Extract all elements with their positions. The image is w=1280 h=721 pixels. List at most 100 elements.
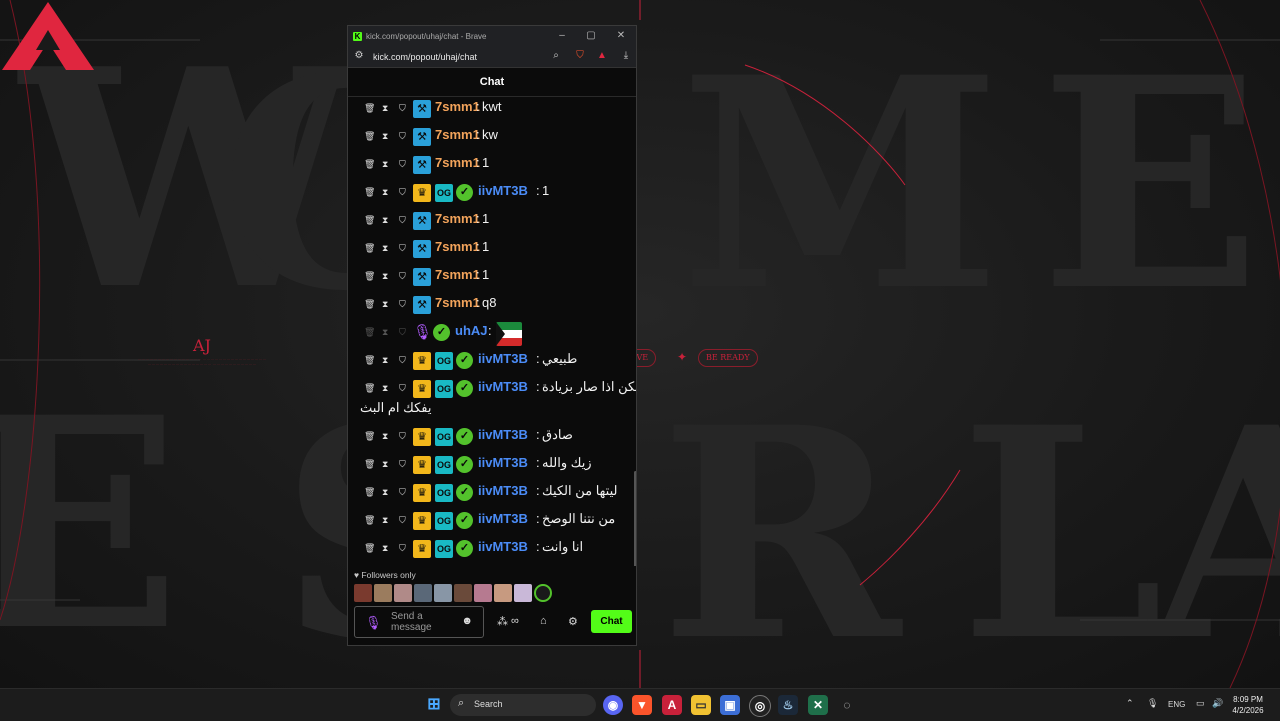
tray-mic-icon[interactable]: 🎙 <box>1147 698 1158 709</box>
delete-icon[interactable]: 🗑 <box>364 215 375 226</box>
avatar[interactable] <box>474 584 492 602</box>
delete-icon[interactable]: 🗑 <box>364 131 375 142</box>
taskbar-clock[interactable]: 8:09 PM 4/2/2026 <box>1228 694 1268 716</box>
avatar[interactable] <box>394 584 412 602</box>
steam-icon[interactable]: ♨ <box>778 695 798 715</box>
chat-username[interactable]: 7smm1 <box>435 295 480 310</box>
message-input[interactable]: 🎙 Send a message ☻ <box>354 606 484 638</box>
chat-message[interactable]: 🗑 ⧗ ⛉ ⚒ 7smm1:1 <box>348 264 636 292</box>
ban-icon[interactable]: ⛉ <box>399 243 406 254</box>
delete-icon[interactable]: 🗑 <box>364 103 375 114</box>
timeout-icon[interactable]: ⧗ <box>382 159 388 170</box>
app-circle-icon[interactable]: ◌ <box>837 695 857 715</box>
delete-icon[interactable]: 🗑 <box>364 327 375 338</box>
avatar[interactable] <box>514 584 532 602</box>
chat-message[interactable]: 🗑 ⧗ ⛉ ♛ OG ✓ iivMT3B: زيك والله <box>348 452 636 480</box>
chat-message[interactable]: 🗑 ⧗ ⛉ ♛ OG ✓ iivMT3B: صادق <box>348 424 636 452</box>
tray-chevron-icon[interactable]: ⌃ <box>1126 698 1134 709</box>
chat-username[interactable]: iivMT3B <box>478 539 528 554</box>
site-info-icon[interactable]: ⚙ <box>352 49 366 63</box>
delete-icon[interactable]: 🗑 <box>364 487 375 498</box>
ban-icon[interactable]: ⛉ <box>399 159 406 170</box>
chat-message[interactable]: 🗑 ⧗ ⛉ 🎙 ✓ uhAJ: <box>348 320 636 348</box>
chat-username[interactable]: 7smm1 <box>435 267 480 282</box>
brave-shields-icon[interactable]: ⛉ <box>573 49 587 63</box>
timeout-icon[interactable]: ⧗ <box>382 243 388 254</box>
kick-points-icon[interactable]: ⁂ <box>497 615 508 628</box>
start-windows-icon[interactable]: ⊞ <box>424 695 444 715</box>
chat-username[interactable]: iivMT3B <box>478 379 528 394</box>
chat-message[interactable]: 🗑 ⧗ ⛉ ♛ OG ✓ iivMT3B: لكن اذا صار بزيادة يفكك ام… <box>348 376 636 424</box>
minimize-button[interactable]: – <box>548 26 576 46</box>
close-button[interactable]: ✕ <box>607 26 635 46</box>
kick-points-value[interactable]: ∞ <box>511 615 519 627</box>
settings-gear-icon[interactable]: ⚙ <box>568 615 578 628</box>
chat-message[interactable]: 🗑 ⧗ ⛉ ⚒ 7smm1:1 <box>348 152 636 180</box>
chat-message[interactable]: 🗑 ⧗ ⛉ ♛ OG ✓ iivMT3B: من نتنا الوصخ <box>348 508 636 536</box>
ban-icon[interactable]: ⛉ <box>399 103 406 114</box>
tray-network-icon[interactable]: ▭ <box>1196 698 1205 709</box>
chat-scrollbar[interactable] <box>634 471 636 566</box>
avatar[interactable] <box>354 584 372 602</box>
delete-icon[interactable]: 🗑 <box>364 459 375 470</box>
ban-icon[interactable]: ⛉ <box>399 131 406 142</box>
delete-icon[interactable]: 🗑 <box>364 271 375 282</box>
chat-username[interactable]: iivMT3B <box>478 511 528 526</box>
timeout-icon[interactable]: ⧗ <box>382 383 388 394</box>
delete-icon[interactable]: 🗑 <box>364 431 375 442</box>
timeout-icon[interactable]: ⧗ <box>382 487 388 498</box>
timeout-icon[interactable]: ⧗ <box>382 271 388 282</box>
store-icon[interactable]: ⌂ <box>540 615 547 627</box>
chat-message[interactable]: 🗑 ⧗ ⛉ ♛ OG ✓ iivMT3B: انا وانت <box>348 536 636 564</box>
ban-icon[interactable]: ⛉ <box>399 187 406 198</box>
tray-volume-icon[interactable]: 🔊 <box>1212 698 1223 709</box>
chat-message-list[interactable]: 🗑 ⧗ ⛉ ⚒ 7smm1: kwt 🗑 ⧗ ⛉ ⚒ 7smm1: kw 🗑 ⧗ ⛉ ⚒ 7smm1:1 🗑 ⧗ ⛉ ♛… <box>348 96 636 566</box>
send-chat-button[interactable]: Chat <box>591 610 632 633</box>
timeout-icon[interactable]: ⧗ <box>382 515 388 526</box>
chat-username[interactable]: iivMT3B <box>478 351 528 366</box>
maximize-button[interactable]: ▢ <box>577 26 605 46</box>
chat-message[interactable]: 🗑 ⧗ ⛉ ⚒ 7smm1:1 <box>348 208 636 236</box>
taskbar-search[interactable]: ⌕ Search <box>450 694 596 716</box>
timeout-icon[interactable]: ⧗ <box>382 459 388 470</box>
avatar[interactable] <box>534 584 552 602</box>
delete-icon[interactable]: 🗑 <box>364 515 375 526</box>
chat-username[interactable]: 7smm1 <box>435 127 480 142</box>
chat-message[interactable]: 🗑 ⧗ ⛉ ⚒ 7smm1:1 <box>348 236 636 264</box>
chat-username[interactable]: uhAJ <box>455 323 488 338</box>
ban-icon[interactable]: ⛉ <box>399 383 406 394</box>
ban-icon[interactable]: ⛉ <box>399 355 406 366</box>
delete-icon[interactable]: 🗑 <box>364 355 375 366</box>
obs-icon[interactable]: ◎ <box>749 695 771 717</box>
brave-rewards-icon[interactable]: ▲ <box>595 49 609 63</box>
ban-icon[interactable]: ⛉ <box>399 459 406 470</box>
chat-message[interactable]: 🗑 ⧗ ⛉ ⚒ 7smm1: kw <box>348 124 636 152</box>
delete-icon[interactable]: 🗑 <box>364 299 375 310</box>
ban-icon[interactable]: ⛉ <box>399 431 406 442</box>
timeout-icon[interactable]: ⧗ <box>382 431 388 442</box>
ban-icon[interactable]: ⛉ <box>399 271 406 282</box>
emoji-icon[interactable]: ☻ <box>461 615 473 627</box>
apex-icon[interactable]: A <box>662 695 682 715</box>
timeout-icon[interactable]: ⧗ <box>382 327 388 338</box>
avatar[interactable] <box>494 584 512 602</box>
file-explorer-icon[interactable]: ▭ <box>691 695 711 715</box>
chat-username[interactable]: iivMT3B <box>478 427 528 442</box>
chat-username[interactable]: iivMT3B <box>478 183 528 198</box>
ban-icon[interactable]: ⛉ <box>399 543 406 554</box>
ban-icon[interactable]: ⛉ <box>399 327 406 338</box>
avatar[interactable] <box>374 584 392 602</box>
zoom-icon[interactable]: ⌕ <box>549 49 563 63</box>
timeout-icon[interactable]: ⧗ <box>382 215 388 226</box>
discord-icon[interactable]: ◉ <box>603 695 623 715</box>
ban-icon[interactable]: ⛉ <box>399 299 406 310</box>
chat-message[interactable]: 🗑 ⧗ ⛉ ⚒ 7smm1: kwt <box>348 96 636 124</box>
url-text[interactable]: kick.com/popout/uhaj/chat <box>373 52 477 62</box>
delete-icon[interactable]: 🗑 <box>364 243 375 254</box>
chat-message[interactable]: 🗑 ⧗ ⛉ ♛ OG ✓ iivMT3B:1 <box>348 180 636 208</box>
avatar[interactable] <box>434 584 452 602</box>
timeout-icon[interactable]: ⧗ <box>382 543 388 554</box>
brave-icon[interactable]: ▼ <box>632 695 652 715</box>
ban-icon[interactable]: ⛉ <box>399 515 406 526</box>
timeout-icon[interactable]: ⧗ <box>382 299 388 310</box>
